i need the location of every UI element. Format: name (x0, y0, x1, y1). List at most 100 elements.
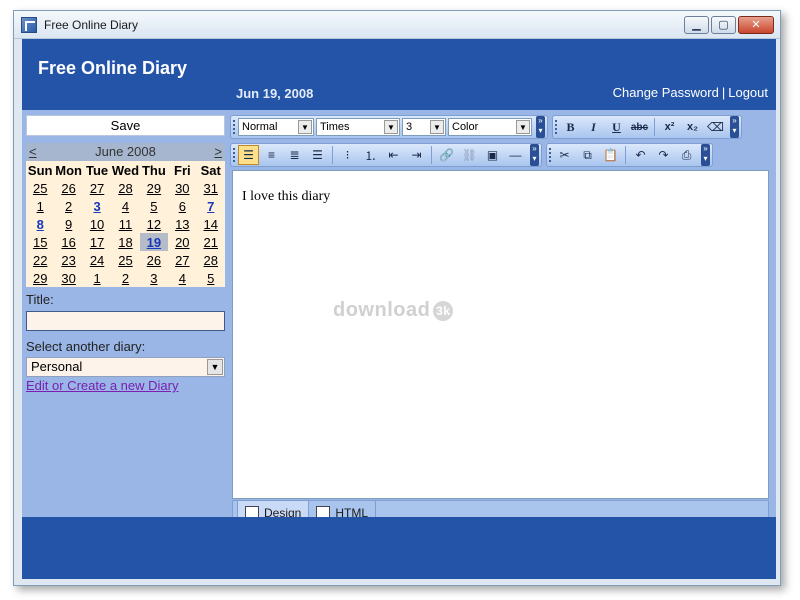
calendar-day[interactable]: 4 (168, 269, 196, 287)
underline-button[interactable]: U (606, 117, 627, 137)
numbered-list-button[interactable]: ⒈ (360, 145, 381, 165)
calendar-month: June 2008 (95, 144, 156, 159)
outdent-button[interactable]: ⇤ (383, 145, 404, 165)
calendar-day[interactable]: 26 (54, 179, 82, 197)
justify-button[interactable]: ☰ (307, 145, 328, 165)
close-icon: ✕ (751, 18, 761, 31)
calendar-day[interactable]: 8 (26, 215, 54, 233)
calendar-day[interactable]: 30 (54, 269, 82, 287)
calendar-day[interactable]: 13 (168, 215, 196, 233)
calendar-next-button[interactable]: > (214, 144, 222, 159)
print-button[interactable]: ⎙ (676, 145, 697, 165)
toolbar-overflow-icon[interactable]: » ▾ (730, 116, 739, 138)
font-dropdown[interactable]: Times ▼ (316, 118, 400, 136)
format-value: Normal (242, 121, 278, 133)
redo-button[interactable]: ↷ (653, 145, 674, 165)
color-dropdown[interactable]: Color ▼ (448, 118, 532, 136)
italic-button[interactable]: I (583, 117, 604, 137)
change-password-link[interactable]: Change Password (613, 85, 719, 100)
insert-link-button[interactable]: 🔗 (436, 145, 457, 165)
calendar-day[interactable]: 5 (140, 197, 168, 215)
horizontal-rule-button[interactable]: ― (505, 145, 526, 165)
paragraph-toolbar: ☰ ≡ ≣ ☰ ⁝ ⒈ ⇤ ⇥ 🔗 ⛓ ▣ ― » ▾ (230, 143, 542, 167)
paste-button[interactable]: 📋 (600, 145, 621, 165)
calendar-day[interactable]: 2 (111, 269, 139, 287)
calendar-day[interactable]: 14 (197, 215, 225, 233)
align-center-button[interactable]: ≡ (261, 145, 282, 165)
calendar-day[interactable]: 18 (111, 233, 139, 251)
calendar-day[interactable]: 5 (197, 269, 225, 287)
chevron-down-icon: ▼ (298, 120, 312, 134)
calendar-day[interactable]: 25 (26, 179, 54, 197)
calendar-day[interactable]: 23 (54, 251, 82, 269)
bulleted-list-button[interactable]: ⁝ (337, 145, 358, 165)
calendar-day[interactable]: 22 (26, 251, 54, 269)
calendar-day[interactable]: 1 (83, 269, 111, 287)
chevron-down-icon[interactable]: ▼ (207, 359, 223, 375)
calendar-day[interactable]: 7 (197, 197, 225, 215)
calendar-day[interactable]: 27 (168, 251, 196, 269)
calendar-day[interactable]: 30 (168, 179, 196, 197)
logout-link[interactable]: Logout (728, 85, 768, 100)
calendar-day[interactable]: 26 (140, 251, 168, 269)
calendar-day[interactable]: 2 (54, 197, 82, 215)
editor-content-area[interactable]: I love this diary download 3k (232, 170, 769, 499)
calendar-day[interactable]: 12 (140, 215, 168, 233)
subscript-button[interactable]: x₂ (682, 117, 703, 137)
calendar-day[interactable]: 21 (197, 233, 225, 251)
calendar-day[interactable]: 29 (140, 179, 168, 197)
superscript-button[interactable]: x² (659, 117, 680, 137)
chevron-down-icon: ▼ (516, 120, 530, 134)
toolbar-overflow-icon[interactable]: » ▾ (530, 144, 539, 166)
calendar-day[interactable]: 24 (83, 251, 111, 269)
title-input[interactable] (26, 311, 225, 331)
save-button[interactable]: Save (26, 115, 225, 136)
edit-diary-link[interactable]: Edit or Create a new Diary (26, 378, 225, 393)
calendar-header: < June 2008 > (26, 143, 225, 161)
format-dropdown[interactable]: Normal ▼ (238, 118, 314, 136)
copy-button[interactable]: ⧉ (577, 145, 598, 165)
strikethrough-button[interactable]: abc (629, 117, 650, 137)
bold-button[interactable]: B (560, 117, 581, 137)
insert-image-button[interactable]: ▣ (482, 145, 503, 165)
close-button[interactable]: ✕ (738, 16, 774, 34)
calendar-day[interactable]: 9 (54, 215, 82, 233)
maximize-icon: ▢ (718, 18, 729, 31)
calendar-day[interactable]: 10 (83, 215, 111, 233)
calendar-week: 25 26 27 28 29 30 31 (26, 179, 225, 197)
calendar-day[interactable]: 1 (26, 197, 54, 215)
indent-button[interactable]: ⇥ (406, 145, 427, 165)
size-dropdown[interactable]: 3 ▼ (402, 118, 446, 136)
calendar-day[interactable]: 11 (111, 215, 139, 233)
maximize-button[interactable]: ▢ (711, 16, 736, 34)
edit-toolbar: ✂ ⧉ 📋 ↶ ↷ ⎙ » ▾ (546, 143, 713, 167)
calendar-day[interactable]: 19 (139, 233, 169, 251)
undo-button[interactable]: ↶ (630, 145, 651, 165)
diary-select[interactable]: Personal ▼ (26, 357, 225, 377)
calendar-day[interactable]: 29 (26, 269, 54, 287)
calendar-week: 29 30 1 2 3 4 5 (26, 269, 225, 287)
align-left-button[interactable]: ☰ (238, 145, 259, 165)
toolbar-overflow-icon[interactable]: » ▾ (536, 116, 545, 138)
calendar-day[interactable]: 16 (54, 233, 82, 251)
calendar-day[interactable]: 3 (140, 269, 168, 287)
calendar-day[interactable]: 20 (168, 233, 196, 251)
calendar-day[interactable]: 31 (197, 179, 225, 197)
calendar-day[interactable]: 4 (111, 197, 139, 215)
align-right-button[interactable]: ≣ (284, 145, 305, 165)
calendar-day[interactable]: 3 (83, 197, 111, 215)
calendar-day[interactable]: 15 (26, 233, 54, 251)
calendar-weekday: Sat (200, 162, 221, 178)
toolbar-overflow-icon[interactable]: » ▾ (701, 144, 710, 166)
cut-button[interactable]: ✂ (554, 145, 575, 165)
calendar-day[interactable]: 6 (168, 197, 196, 215)
unlink-button[interactable]: ⛓ (459, 145, 480, 165)
app-name: Free Online Diary (38, 58, 188, 78)
calendar-day[interactable]: 28 (197, 251, 225, 269)
calendar-day[interactable]: 17 (83, 233, 111, 251)
calendar-day[interactable]: 25 (111, 251, 139, 269)
minimize-button[interactable]: ▁ (684, 16, 709, 34)
calendar-day[interactable]: 28 (111, 179, 139, 197)
calendar-day[interactable]: 27 (83, 179, 111, 197)
eraser-button[interactable]: ⌫ (705, 117, 726, 137)
